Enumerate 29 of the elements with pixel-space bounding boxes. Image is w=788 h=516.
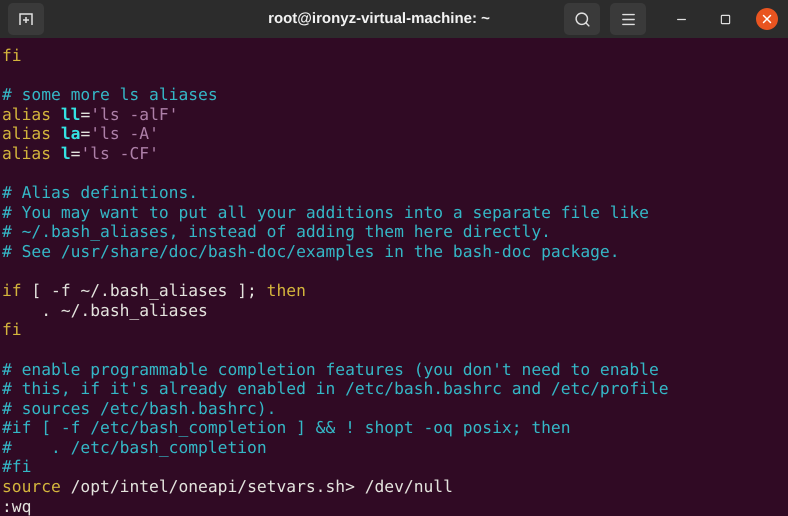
- code-line: # this, if it's already enabled in /etc/bash.bashrc and /etc/profile: [2, 379, 669, 399]
- code-line: fi: [2, 46, 22, 66]
- code-line: alias l='ls -CF': [2, 144, 159, 164]
- new-tab-icon: [18, 11, 34, 27]
- code-line: if [ -f ~/.bash_aliases ]; then: [2, 281, 306, 301]
- code-line: #fi: [2, 457, 32, 478]
- code-line: # You may want to put all your additions into a separate file like: [2, 202, 649, 222]
- maximize-icon: [720, 14, 730, 24]
- new-tab-button[interactable]: [8, 3, 44, 35]
- code-line: source /opt/intel/oneapi/setvars.sh> /dev/null: [2, 477, 453, 497]
- code-line: # enable programmable completion features (you don't need to enable: [2, 360, 659, 380]
- close-icon: [760, 12, 774, 26]
- code-line: # some more ls aliases: [2, 85, 218, 105]
- code-line: # See /usr/share/doc/bash-doc/examples in the bash-doc package.: [2, 242, 620, 262]
- code-line: :wq: [2, 496, 32, 516]
- code-line: # . /etc/bash_completion: [2, 438, 267, 458]
- menu-button[interactable]: [610, 3, 646, 35]
- search-icon: [574, 10, 590, 28]
- code-line: alias ll='ls -alF': [2, 104, 178, 124]
- code-line: fi: [2, 320, 22, 340]
- window-title: root@ironyz-virtual-machine: ~: [268, 8, 490, 29]
- search-button[interactable]: [564, 3, 600, 35]
- code-line: alias la='ls -A': [2, 124, 159, 144]
- code-line: # Alias definitions.: [2, 183, 198, 203]
- code-line: . ~/.bash_aliases: [40, 300, 208, 320]
- code-line: #if [ -f /etc/bash_completion ] && ! shopt -oq posix; then: [2, 418, 571, 438]
- code-line: # sources /etc/bash.bashrc).: [2, 398, 276, 418]
- close-button[interactable]: [756, 8, 778, 30]
- code-line: # ~/.bash_aliases, instead of adding them here directly.: [2, 222, 551, 242]
